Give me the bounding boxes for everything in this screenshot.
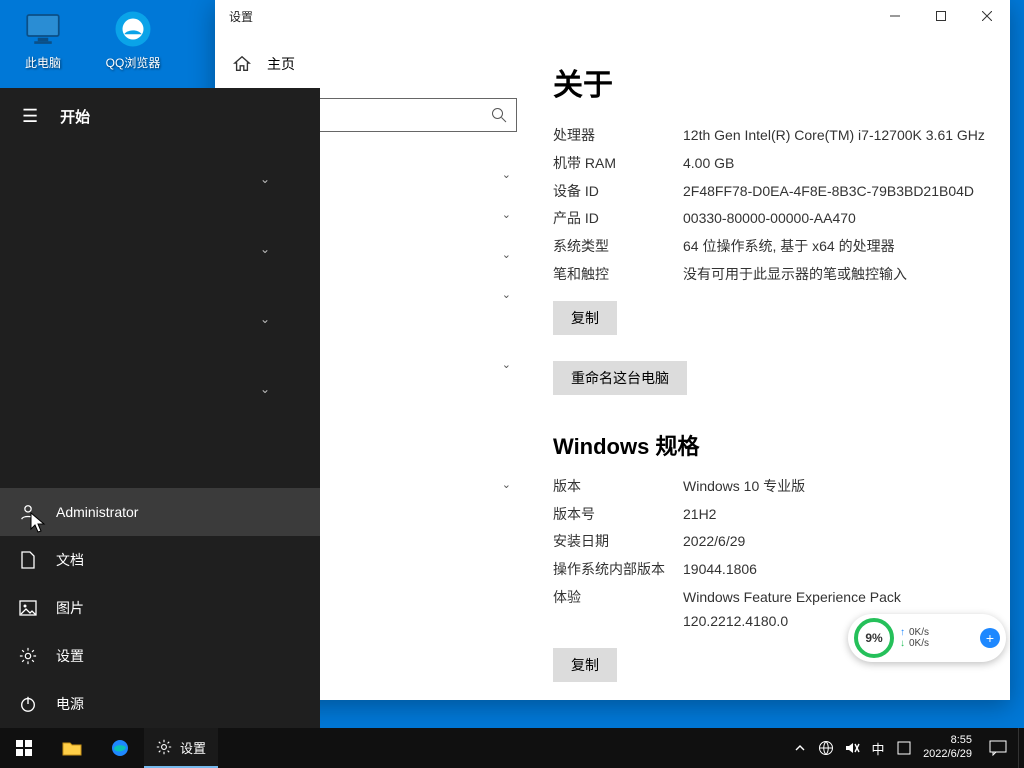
gear-icon	[18, 646, 38, 666]
tray-overflow[interactable]	[787, 728, 813, 768]
chevron-down-icon: ⌄	[260, 172, 270, 186]
home-icon[interactable]	[233, 55, 251, 73]
chevron-down-icon: ⌄	[502, 358, 511, 371]
close-icon	[982, 11, 992, 21]
folder-icon	[62, 740, 82, 756]
user-icon	[18, 502, 38, 522]
start-item-power[interactable]: 电源	[0, 680, 320, 728]
manager-icon	[897, 741, 911, 755]
copy-device-spec-button[interactable]: 复制	[553, 301, 617, 335]
net-stats: ↑0K/s ↓0K/s	[894, 627, 980, 649]
clock-time: 8:55	[951, 734, 972, 748]
chevron-down-icon: ⌄	[502, 478, 511, 491]
maximize-button[interactable]	[918, 1, 964, 31]
gear-icon	[156, 739, 172, 755]
titlebar[interactable]: 设置	[215, 0, 1010, 32]
desktop-icon-label: 此电脑	[25, 54, 61, 71]
taskbar: 设置 中 8:55 2022/6/29	[0, 728, 1024, 768]
start-item-documents[interactable]: 文档	[0, 536, 320, 584]
network-icon	[818, 740, 834, 756]
start-item-user[interactable]: Administrator	[0, 488, 320, 536]
window-title: 设置	[229, 8, 253, 25]
rename-pc-button[interactable]: 重命名这台电脑	[553, 361, 687, 395]
spec-row: 设备 ID2F48FF78-D0EA-4F8E-8B3C-79B3BD21B04…	[553, 180, 986, 204]
spec-row: 处理器12th Gen Intel(R) Core(TM) i7-12700K …	[553, 124, 986, 148]
tray-volume[interactable]	[839, 728, 865, 768]
taskbar-app-settings[interactable]: 设置	[144, 728, 218, 768]
taskbar-edge[interactable]	[96, 728, 144, 768]
net-plus-button[interactable]: +	[980, 628, 1000, 648]
document-icon	[18, 550, 38, 570]
home-link[interactable]: 主页	[267, 54, 295, 74]
notification-icon	[989, 740, 1007, 756]
spec-row: 操作系统内部版本19044.1806	[553, 558, 986, 582]
desktop-icon-this-pc[interactable]: 此电脑	[8, 8, 78, 71]
maximize-icon	[936, 11, 946, 21]
tray-ime[interactable]: 中	[865, 728, 891, 768]
taskbar-app-label: 设置	[180, 738, 206, 757]
item-label: 图片	[56, 598, 84, 618]
net-speed-widget[interactable]: 9% ↑0K/s ↓0K/s +	[848, 614, 1006, 662]
search-icon	[491, 107, 507, 123]
chevron-up-icon	[795, 743, 805, 753]
item-label: 文档	[56, 550, 84, 570]
start-menu: ☰ 开始 ⌄ ⌄ ⌄ ⌄ Administrator 文档 图片 设置 电源	[0, 88, 320, 728]
desktop-icon-label: QQ浏览器	[106, 54, 161, 71]
start-item-settings[interactable]: 设置	[0, 632, 320, 680]
volume-icon	[844, 740, 860, 756]
settings-window: 设置 主页 ⌄ ⌄ ⌄ 作⌄ 眠⌄ 理⌄ 电脑	[215, 0, 1010, 700]
about-panel: 关于 处理器12th Gen Intel(R) Core(TM) i7-1270…	[533, 32, 1010, 700]
minimize-button[interactable]	[872, 1, 918, 31]
chevron-down-icon: ⌄	[260, 242, 270, 256]
tray-manager[interactable]	[891, 728, 917, 768]
power-icon	[18, 694, 38, 714]
chevron-down-icon: ⌄	[502, 248, 511, 261]
windows-spec-heading: Windows 规格	[553, 429, 986, 461]
spec-row: 机带 RAM4.00 GB	[553, 152, 986, 176]
tray-network[interactable]	[813, 728, 839, 768]
chevron-down-icon: ⌄	[502, 288, 511, 301]
taskbar-clock[interactable]: 8:55 2022/6/29	[917, 734, 978, 762]
pc-icon	[22, 8, 64, 50]
page-heading: 关于	[553, 60, 986, 104]
action-center-button[interactable]	[978, 728, 1018, 768]
item-label: 电源	[56, 694, 84, 714]
start-button[interactable]	[0, 728, 48, 768]
spec-row: 版本号21H2	[553, 503, 986, 527]
qq-browser-icon	[112, 8, 154, 50]
chevron-down-icon: ⌄	[502, 208, 511, 221]
net-percent: 9%	[854, 618, 894, 658]
spec-row: 版本Windows 10 专业版	[553, 475, 986, 499]
app-list[interactable]: ⌄ ⌄ ⌄ ⌄	[0, 144, 320, 488]
hamburger-button[interactable]: ☰	[22, 106, 38, 127]
windows-logo-icon	[16, 740, 32, 756]
chevron-down-icon: ⌄	[260, 312, 270, 326]
spec-row: 笔和触控没有可用于此显示器的笔或触控输入	[553, 263, 986, 287]
start-label: 开始	[60, 106, 90, 127]
chevron-down-icon: ⌄	[260, 382, 270, 396]
show-desktop-button[interactable]	[1018, 728, 1024, 768]
desktop-icon-qq-browser[interactable]: QQ浏览器	[98, 8, 168, 71]
chevron-down-icon: ⌄	[502, 168, 511, 181]
copy-windows-spec-button[interactable]: 复制	[553, 648, 617, 682]
start-item-pictures[interactable]: 图片	[0, 584, 320, 632]
edge-icon	[111, 739, 129, 757]
spec-row: 产品 ID00330-80000-00000-AA470	[553, 207, 986, 231]
spec-row: 安装日期2022/6/29	[553, 530, 986, 554]
user-label: Administrator	[56, 504, 138, 520]
picture-icon	[18, 598, 38, 618]
item-label: 设置	[56, 646, 84, 666]
close-button[interactable]	[964, 1, 1010, 31]
clock-date: 2022/6/29	[923, 748, 972, 762]
taskbar-file-explorer[interactable]	[48, 728, 96, 768]
spec-row: 系统类型64 位操作系统, 基于 x64 的处理器	[553, 235, 986, 259]
minimize-icon	[890, 11, 900, 21]
